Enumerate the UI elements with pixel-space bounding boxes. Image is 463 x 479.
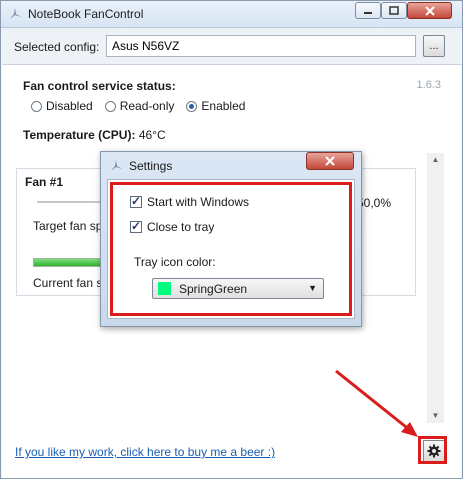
close-button[interactable] — [407, 2, 452, 19]
version-label: 1.6.3 — [416, 79, 441, 91]
radio-button[interactable] — [186, 100, 198, 112]
settings-body: Start with Windows Close to tray Tray ic… — [107, 179, 355, 319]
radio-label: Enabled — [201, 99, 246, 113]
start-with-windows-checkbox[interactable] — [130, 194, 142, 208]
settings-close-button[interactable] — [306, 152, 354, 170]
config-field[interactable] — [106, 35, 416, 57]
app-icon — [111, 160, 122, 171]
temperature-value: 46°C — [138, 128, 166, 142]
settings-dialog: Settings Start with Windows Close to tra… — [100, 151, 362, 327]
target-fan-speed-label: Target fan sp — [33, 219, 103, 233]
service-status-options: Disabled Read-only Enabled — [31, 99, 245, 113]
radio-label: Read-only — [119, 99, 175, 113]
minimize-button[interactable] — [355, 2, 381, 19]
radio-read-only[interactable]: Read-only — [104, 99, 175, 113]
browse-config-button[interactable]: ... — [423, 35, 445, 57]
settings-title: Settings — [129, 159, 173, 173]
scroll-down-icon[interactable]: ▼ — [427, 411, 444, 420]
close-icon — [424, 5, 435, 16]
radio-button[interactable] — [31, 100, 42, 112]
chevron-down-icon: ▼ — [308, 283, 317, 293]
radio-label: Disabled — [46, 99, 93, 113]
window-title: NoteBook FanControl — [28, 7, 144, 21]
maximize-icon — [389, 6, 399, 15]
close-to-tray-option[interactable]: Close to tray — [130, 219, 215, 234]
vertical-scrollbar[interactable]: ▲ ▼ — [427, 153, 444, 423]
start-with-windows-option[interactable]: Start with Windows — [130, 194, 250, 209]
gear-highlight-frame — [418, 436, 447, 464]
app-icon — [10, 8, 21, 19]
radio-disabled[interactable]: Disabled — [31, 99, 93, 113]
color-swatch — [158, 282, 171, 295]
tray-icon-color-select[interactable]: SpringGreen ▼ — [152, 278, 324, 299]
title-bar: NoteBook FanControl — [1, 1, 462, 28]
radio-button[interactable] — [104, 100, 116, 112]
temperature-label: Temperature (CPU): — [23, 128, 136, 142]
config-bar: Selected config: ... — [2, 28, 461, 65]
temperature-row: Temperature (CPU): 46°C — [23, 128, 166, 142]
close-icon — [325, 156, 335, 166]
maximize-button[interactable] — [381, 2, 407, 19]
donate-link[interactable]: If you like my work, click here to buy m… — [15, 445, 275, 459]
scroll-up-icon[interactable]: ▲ — [427, 155, 444, 164]
close-to-tray-checkbox[interactable] — [130, 219, 142, 233]
start-with-windows-label: Start with Windows — [147, 195, 250, 209]
close-to-tray-label: Close to tray — [147, 220, 215, 234]
target-fan-speed-value: 50,0% — [357, 196, 392, 210]
service-status-label: Fan control service status: — [23, 79, 176, 93]
fan-title: Fan #1 — [25, 175, 64, 189]
tray-icon-color-label: Tray icon color: — [134, 255, 216, 269]
tray-icon-color-value: SpringGreen — [179, 281, 248, 296]
minimize-icon — [364, 11, 372, 14]
current-fan-speed-label: Current fan s — [33, 276, 103, 290]
config-label: Selected config: — [14, 40, 100, 54]
radio-enabled[interactable]: Enabled — [186, 99, 245, 113]
